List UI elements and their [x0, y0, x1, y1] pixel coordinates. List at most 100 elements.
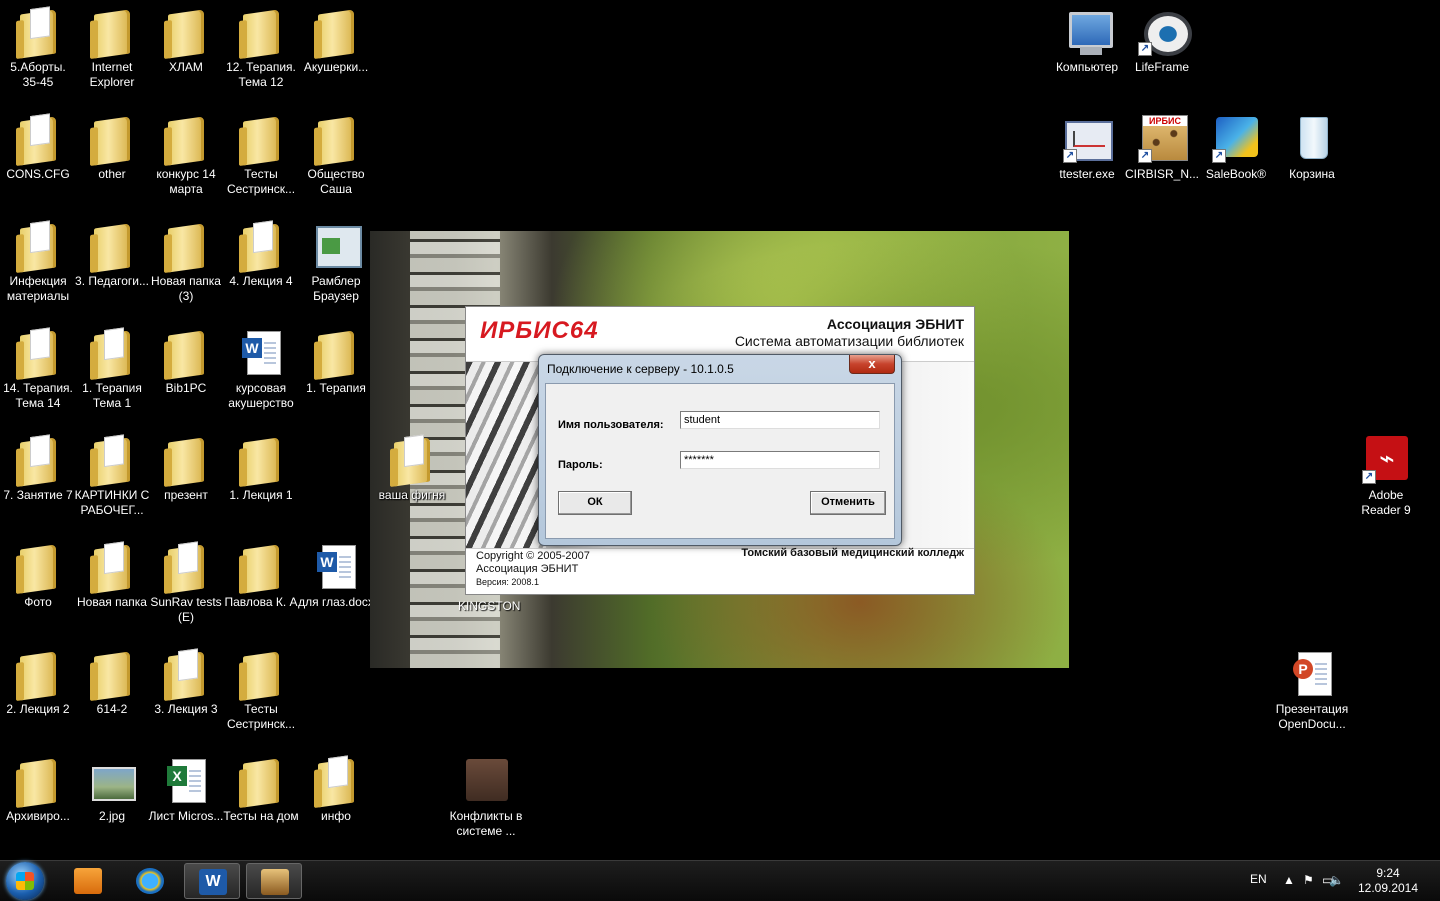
desktop-icon-folder[interactable]: 3. Лекция 3 — [148, 648, 224, 717]
desktop-icon-folder[interactable]: ваша фигня — [374, 434, 450, 503]
desktop-icon-folder[interactable]: презент — [148, 434, 224, 503]
desktop-icon-computer[interactable]: Компьютер — [1049, 6, 1125, 75]
desktop-icon-recycle-bin[interactable]: Корзина — [1274, 113, 1350, 182]
splash-copyright: Copyright © 2005-2007 Ассоциация ЭБНИТ В… — [476, 550, 590, 587]
desktop-icon-folder[interactable]: Bib1PC — [148, 327, 224, 396]
desktop-icon-folder[interactable]: 5.Аборты. 35-45 — [0, 6, 76, 90]
desktop-icon-salebook[interactable]: ↗ SaleBook® — [1198, 113, 1274, 182]
folder-icon — [168, 116, 204, 166]
dialog-body: Имя пользователя: Пароль: ОК Отменить — [545, 383, 895, 539]
desktop-icon-folder[interactable]: 14. Терапия. Тема 14 — [0, 327, 76, 411]
splash-organization: Ассоциация ЭБНИТ Система автоматизации б… — [734, 316, 964, 349]
username-input[interactable] — [680, 411, 880, 429]
desktop-icon-folder[interactable]: Павлова К. А — [223, 541, 299, 610]
volume-icon[interactable]: 🔈 — [1329, 873, 1344, 887]
desktop-icon-word[interactable]: W курсовая акушерство — [223, 327, 299, 411]
excel-document-icon: X — [167, 759, 206, 803]
taskbar-internet-explorer[interactable] — [122, 863, 178, 899]
show-hidden-icons-button[interactable]: ▲ — [1283, 873, 1295, 887]
desktop-icon-folder[interactable]: Фото — [0, 541, 76, 610]
presentation-file-icon — [466, 759, 508, 801]
drive-label: KINGSTON — [458, 599, 521, 613]
irbis-leopard-icon — [261, 869, 289, 895]
taskbar-word[interactable]: W — [184, 863, 240, 899]
desktop-icon-image[interactable]: 2.jpg — [74, 755, 150, 824]
folder-icon — [20, 434, 56, 487]
clock[interactable]: 9:24 12.09.2014 — [1356, 866, 1420, 896]
desktop-icon-folder[interactable]: 7. Занятие 7 — [0, 434, 76, 503]
desktop-icon-folder[interactable]: Акушерки... — [298, 6, 374, 75]
folder-icon — [20, 220, 56, 273]
desktop-icon-folder[interactable]: ХЛАМ — [148, 6, 224, 75]
desktop-icon-folder[interactable]: Тесты Сестринск... — [223, 113, 299, 197]
folder-icon — [94, 116, 130, 166]
desktop-icon-folder[interactable]: инфо — [298, 755, 374, 824]
image-file-icon — [92, 767, 136, 801]
rambler-browser-icon — [316, 226, 362, 268]
taskbar-irbis[interactable] — [246, 863, 302, 899]
folder-icon — [243, 116, 279, 166]
folder-icon — [94, 651, 130, 701]
desktop-icon-adobe-reader[interactable]: ⌁ ↗ Adobe Reader 9 — [1348, 434, 1424, 518]
ok-button[interactable]: ОК — [558, 491, 632, 515]
folder-icon — [94, 434, 130, 487]
desktop-icon-internet-explorer[interactable]: Internet Explorer — [74, 6, 150, 90]
desktop-icon-folder[interactable]: SunRav tests (E) — [148, 541, 224, 625]
desktop-icon-folder[interactable]: other — [74, 113, 150, 182]
folder-icon — [168, 9, 204, 59]
desktop-icon-word[interactable]: W для глаз.docx — [298, 541, 374, 610]
folder-icon — [243, 758, 279, 808]
desktop-icon-folder[interactable]: Тесты на дом — [223, 755, 299, 824]
desktop-icon-presentation[interactable]: P Презентация OpenDocu... — [1274, 648, 1350, 732]
shortcut-arrow-icon: ↗ — [1063, 149, 1077, 163]
desktop-icon-folder[interactable]: Новая папка (3) — [148, 220, 224, 304]
server-connection-dialog[interactable]: Подключение к серверу - 10.1.0.5 x Имя п… — [538, 354, 902, 546]
folder-icon — [168, 648, 204, 701]
desktop-icon-rambler-browser[interactable]: Рамблер Браузер — [298, 220, 374, 304]
desktop-icon-conflicts[interactable]: Конфликты в системе ... — [448, 755, 524, 839]
folder-icon — [318, 116, 354, 166]
close-button[interactable]: x — [849, 355, 895, 374]
start-button[interactable] — [6, 862, 44, 900]
desktop-icon-folder[interactable]: Тесты Сестринск... — [223, 648, 299, 732]
desktop-icon-folder[interactable]: конкурс 14 марта — [148, 113, 224, 197]
desktop-icon-folder[interactable]: 2. Лекция 2 — [0, 648, 76, 717]
desktop-icon-ttester[interactable]: ↗ ttester.exe — [1049, 113, 1125, 182]
folder-icon — [94, 327, 130, 380]
desktop-icon-folder[interactable]: 3. Педагоги... — [74, 220, 150, 289]
folder-icon — [94, 9, 130, 59]
folder-icon — [318, 755, 354, 808]
shortcut-arrow-icon: ↗ — [1138, 149, 1152, 163]
desktop-icon-folder[interactable]: 12. Терапия. Тема 12 — [223, 6, 299, 90]
desktop-icon-folder[interactable]: Инфекция материалы — [0, 220, 76, 304]
cancel-button[interactable]: Отменить — [810, 491, 886, 515]
internet-explorer-icon — [136, 868, 164, 894]
folder-icon — [20, 544, 56, 594]
word-icon: W — [199, 869, 227, 895]
desktop-icon-lifeframe[interactable]: ↗ LifeFrame — [1124, 6, 1200, 75]
desktop-icon-folder[interactable]: 1. Лекция 1 — [223, 434, 299, 503]
desktop-icon-folder[interactable]: 4. Лекция 4 — [223, 220, 299, 289]
word-document-icon: W — [242, 331, 281, 375]
desktop-icon-folder[interactable]: КАРТИНКИ С РАБОЧЕГ... — [74, 434, 150, 518]
desktop-icon-excel[interactable]: X Лист Micros... — [148, 755, 224, 824]
action-center-flag-icon[interactable]: ⚑ — [1303, 873, 1314, 887]
desktop-icon-folder[interactable]: Общество Саша — [298, 113, 374, 197]
language-indicator[interactable]: EN — [1250, 872, 1267, 886]
desktop-icon-folder[interactable]: CONS.CFG — [0, 113, 76, 182]
desktop-icon-folder[interactable]: Архивиро... — [0, 755, 76, 824]
desktop-icon-folder[interactable]: 614-2 — [74, 648, 150, 717]
desktop-icon-folder[interactable]: 1. Терапия Тема 1 — [74, 327, 150, 411]
desktop-icon-folder[interactable]: Новая папка — [74, 541, 150, 610]
word-document-icon: W — [317, 545, 356, 589]
folder-icon — [243, 437, 279, 487]
folder-icon — [20, 327, 56, 380]
username-label: Имя пользователя: — [558, 419, 664, 431]
taskbar-media-player[interactable] — [60, 863, 116, 899]
irbis-logo: ИРБИС64 — [480, 317, 599, 344]
desktop-icon-irbis[interactable]: ИРБИС ↗ CIRBISR_N... — [1124, 113, 1200, 182]
password-input[interactable] — [680, 451, 880, 469]
folder-icon — [243, 9, 279, 59]
recycle-bin-icon — [1300, 117, 1328, 159]
desktop-icon-folder[interactable]: 1. Терапия — [298, 327, 374, 396]
